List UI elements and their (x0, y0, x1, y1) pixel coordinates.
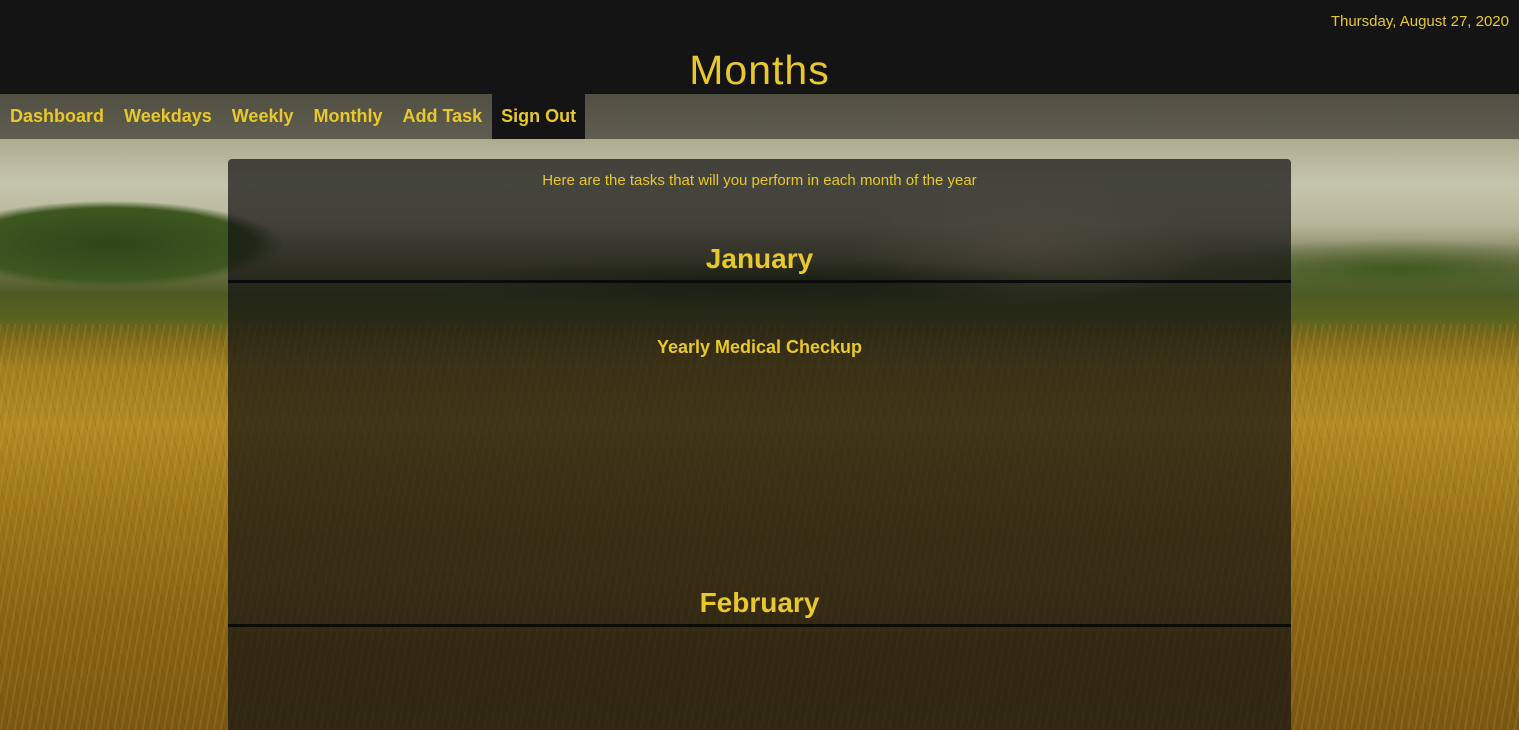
month-heading-january: January (705, 243, 814, 274)
nav-item-sign-out[interactable]: Sign Out (492, 94, 586, 139)
month-divider (228, 624, 1291, 627)
intro-text: Here are the tasks that will you perform… (542, 172, 977, 189)
current-date: Thursday, August 27, 2020 (1330, 13, 1509, 30)
nav-item-dashboard[interactable]: Dashboard (0, 94, 114, 139)
page-title: Months (689, 47, 830, 93)
nav-bar: Dashboard Weekdays Weekly Monthly Add Ta… (0, 94, 1519, 139)
month-divider (228, 280, 1291, 283)
nav-item-weekdays[interactable]: Weekdays (114, 94, 222, 139)
header: Thursday, August 27, 2020 Months (0, 0, 1519, 94)
task-item: Yearly Medical Checkup (656, 337, 863, 357)
nav-item-monthly[interactable]: Monthly (303, 94, 392, 139)
months-panel: Here are the tasks that will you perform… (228, 159, 1291, 730)
nav-item-weekly[interactable]: Weekly (222, 94, 304, 139)
nav-item-add-task[interactable]: Add Task (392, 94, 492, 139)
month-heading-february: February (699, 587, 820, 618)
